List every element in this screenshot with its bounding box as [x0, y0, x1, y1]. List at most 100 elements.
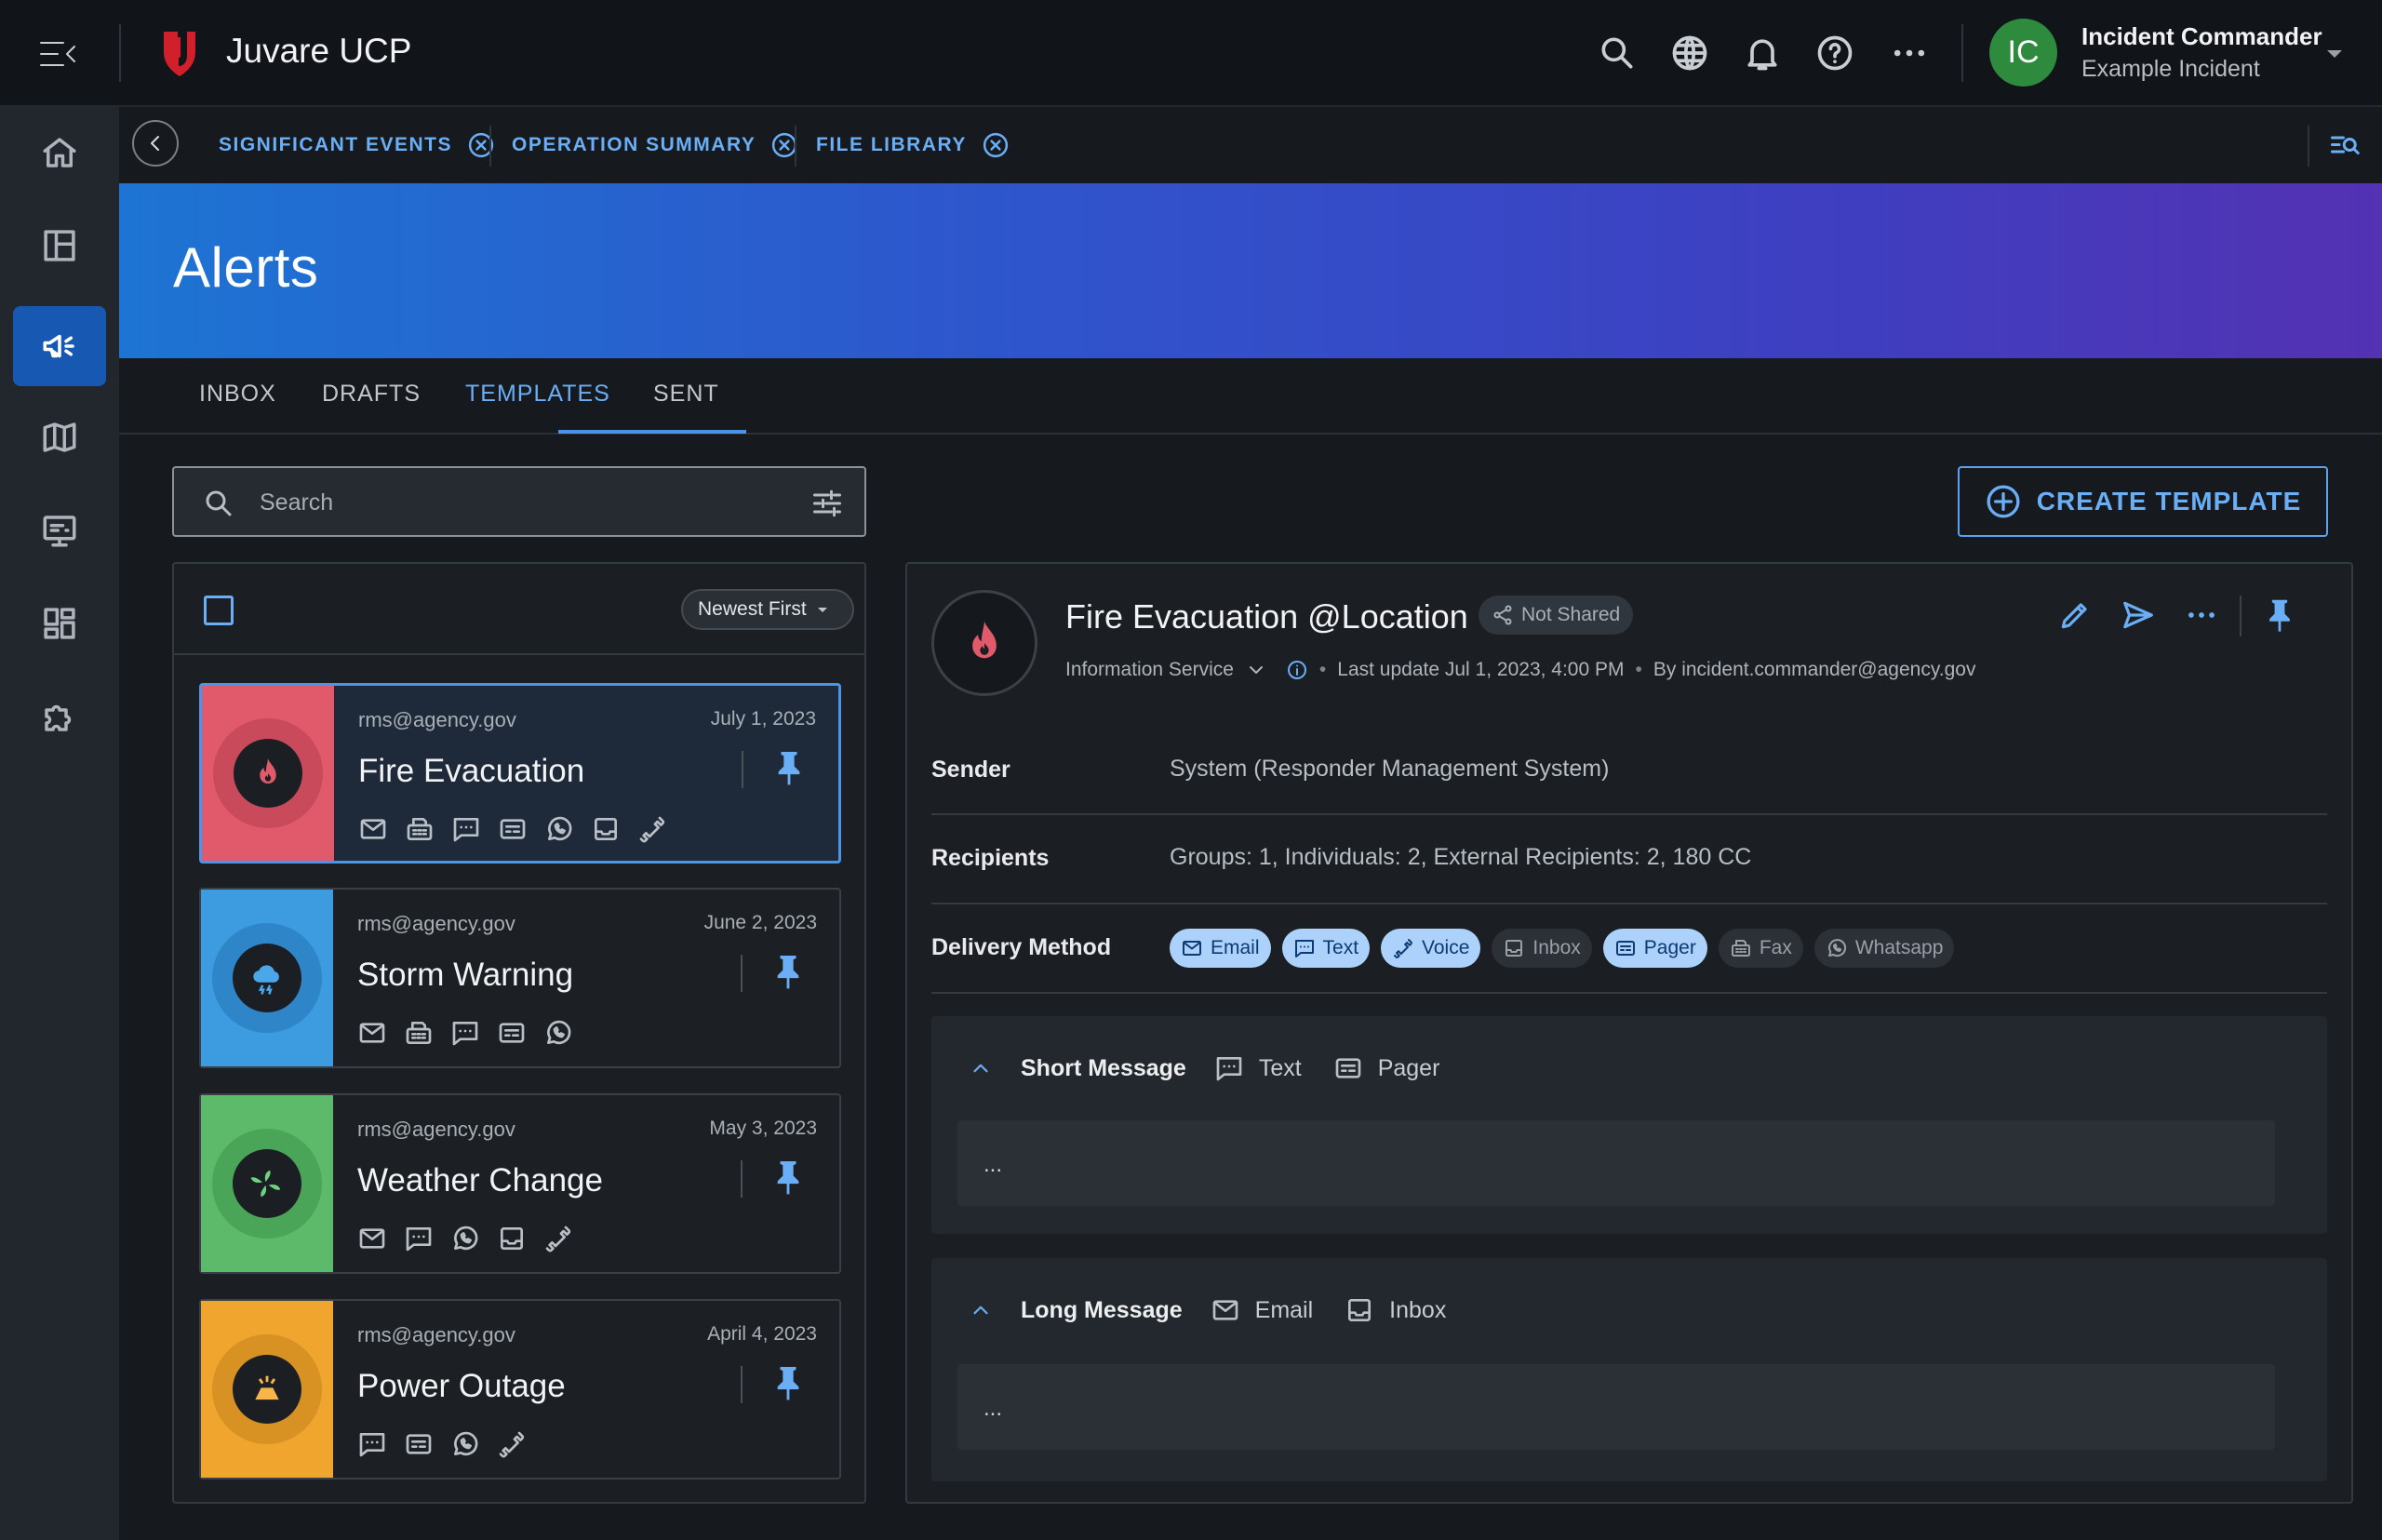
short-message-channel: Pager	[1377, 1054, 1440, 1081]
search-input[interactable]	[260, 483, 762, 522]
pin-icon[interactable]	[2262, 597, 2297, 633]
home-icon	[43, 138, 76, 167]
template-card-power-outage[interactable]: rms@agency.gov April 4, 2023 Power Outag…	[199, 1299, 841, 1480]
divider	[1961, 24, 1963, 82]
sort-label: Newest First	[698, 598, 807, 620]
template-card-fire-evacuation[interactable]: rms@agency.gov July 1, 2023 Fire Evacuat…	[199, 683, 841, 864]
template-card-storm-warning[interactable]: rms@agency.gov June 2, 2023 Storm Warnin…	[199, 888, 841, 1068]
more-icon[interactable]	[2184, 597, 2219, 633]
pin-icon[interactable]	[773, 749, 805, 786]
create-template-button[interactable]: CREATE TEMPLATE	[1958, 466, 2328, 537]
whatsapp-icon	[543, 1018, 573, 1048]
menu-collapse-icon[interactable]	[37, 35, 78, 73]
nav-home[interactable]	[13, 113, 106, 193]
bell-icon[interactable]	[1742, 33, 1783, 74]
nav-boards[interactable]	[13, 206, 106, 286]
puzzle-icon	[45, 704, 72, 731]
detail-meta: Information Service • Last update Jul 1,…	[1065, 659, 1975, 681]
sender-label: Sender	[931, 757, 1010, 783]
text-icon	[357, 1429, 387, 1459]
pin-icon[interactable]	[772, 1158, 804, 1196]
search-box	[172, 466, 866, 537]
delivery-chip-text[interactable]: Text	[1281, 929, 1371, 968]
recipients-label: Recipients	[931, 845, 1050, 871]
service-select[interactable]: Information Service	[1065, 659, 1234, 681]
long-message-body[interactable]: ...	[957, 1364, 2275, 1450]
delivery-chip-whatsapp[interactable]: Whatsapp	[1813, 929, 1955, 968]
close-tab-icon[interactable]	[982, 131, 1010, 159]
nav-messages[interactable]	[13, 490, 106, 570]
pager-icon	[497, 1018, 527, 1048]
email-icon	[357, 1224, 387, 1253]
chevron-down-icon[interactable]	[1245, 659, 1267, 681]
updated-by: By incident.commander@agency.gov	[1653, 659, 1976, 680]
divider	[489, 126, 491, 167]
delivery-chip-pager[interactable]: Pager	[1602, 929, 1707, 968]
avatar[interactable]: IC	[1989, 19, 2057, 87]
card-title: Fire Evacuation	[358, 753, 585, 789]
info-icon[interactable]	[1286, 659, 1308, 681]
divider	[119, 24, 121, 82]
card-sender: rms@agency.gov	[358, 708, 516, 731]
chevron-up-icon[interactable]	[969, 1298, 993, 1322]
globe-icon[interactable]	[1669, 33, 1710, 74]
template-card-weather-change[interactable]: rms@agency.gov May 3, 2023 Weather Chang…	[199, 1093, 841, 1274]
card-date: June 2, 2023	[703, 912, 817, 933]
delivery-chip-email[interactable]: Email	[1170, 929, 1271, 968]
delivery-chip-voice[interactable]: Voice	[1381, 929, 1481, 968]
caret-down-icon[interactable]	[2322, 43, 2347, 63]
share-status-badge[interactable]: Not Shared	[1479, 596, 1634, 635]
nav-map[interactable]	[13, 397, 106, 477]
fax-icon	[1730, 937, 1752, 959]
last-update: Last update Jul 1, 2023, 4:00 PM	[1337, 659, 1625, 680]
delivery-chip-fax[interactable]: Fax	[1718, 929, 1803, 968]
short-message-body[interactable]: ...	[957, 1120, 2275, 1206]
long-message-section: Long Message Email Inbox ...	[931, 1258, 2327, 1481]
pin-icon[interactable]	[772, 1364, 804, 1401]
user-name[interactable]: Incident Commander	[2081, 22, 2322, 51]
inbox-icon	[497, 1224, 527, 1253]
filter-icon[interactable]	[810, 487, 844, 520]
whatsapp-icon	[450, 1429, 480, 1459]
chip-label: Whatsapp	[1854, 937, 1944, 958]
back-button[interactable]	[132, 120, 179, 167]
tab-inbox[interactable]: INBOX	[199, 381, 276, 408]
more-icon[interactable]	[1889, 33, 1930, 74]
help-icon[interactable]	[1814, 33, 1855, 74]
open-tab-operation-summary[interactable]: OPERATION SUMMARY	[512, 131, 798, 159]
nav-extensions[interactable]	[13, 676, 106, 757]
separator-dot: •	[1318, 659, 1327, 680]
email-icon	[357, 1018, 387, 1048]
chip-label: Pager	[1643, 937, 1696, 958]
tab-templates[interactable]: TEMPLATES	[465, 381, 610, 408]
nav-dashboard[interactable]	[13, 583, 106, 663]
sort-select[interactable]: Newest First	[681, 589, 854, 630]
tab-sent[interactable]: SENT	[653, 381, 719, 408]
share-status-label: Not Shared	[1521, 604, 1621, 625]
chip-label: Email	[1211, 937, 1260, 958]
delivery-chip-inbox[interactable]: Inbox	[1492, 929, 1592, 968]
list-header: Newest First	[174, 564, 864, 655]
tab-drafts[interactable]: DRAFTS	[322, 381, 421, 408]
nav-alerts[interactable]	[13, 306, 106, 386]
left-nav	[0, 107, 119, 1540]
chevron-up-icon[interactable]	[969, 1056, 993, 1080]
text-icon	[450, 1018, 480, 1048]
map-icon	[43, 422, 76, 452]
short-message-section: Short Message Text Pager ...	[931, 1016, 2327, 1234]
short-message-channel: Text	[1258, 1054, 1302, 1081]
fax-icon	[404, 1018, 434, 1048]
recipients-value: Groups: 1, Individuals: 2, External Reci…	[1170, 844, 1752, 870]
storm-icon	[253, 965, 279, 995]
pin-icon[interactable]	[772, 953, 804, 990]
divider	[741, 955, 743, 992]
edit-icon[interactable]	[2057, 597, 2093, 633]
send-icon[interactable]	[2121, 597, 2156, 633]
open-tab-significant-events[interactable]: SIGNIFICANT EVENTS	[219, 131, 495, 159]
select-all-checkbox[interactable]	[204, 596, 234, 625]
search-icon[interactable]	[1597, 33, 1638, 74]
open-tab-file-library[interactable]: FILE LIBRARY	[816, 131, 1010, 159]
detail-icon	[931, 590, 1037, 696]
list-search-icon[interactable]	[2328, 129, 2362, 163]
incident-name[interactable]: Example Incident	[2081, 56, 2260, 83]
